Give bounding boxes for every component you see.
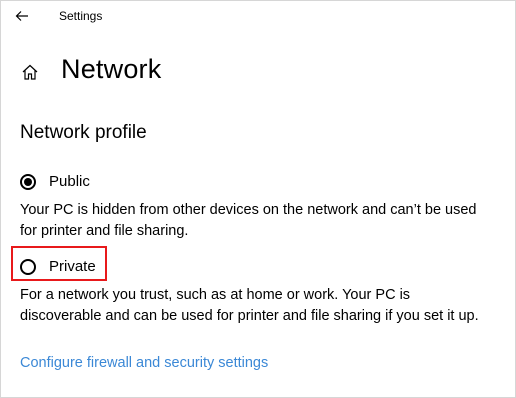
network-profile-heading: Network profile — [20, 122, 147, 143]
back-arrow-icon — [15, 11, 28, 21]
public-radio-label[interactable]: Public — [49, 173, 90, 190]
private-radio-button[interactable] — [20, 258, 36, 275]
private-radio-label[interactable]: Private — [49, 258, 96, 275]
window-title: Settings — [59, 9, 103, 23]
back-button[interactable] — [9, 5, 35, 27]
home-icon — [22, 64, 38, 80]
public-radio-option[interactable]: Public — [20, 173, 90, 190]
configure-firewall-link[interactable]: Configure firewall and security settings — [20, 355, 268, 371]
page-title: Network — [61, 54, 162, 84]
settings-window: Settings Network Network profile Public … — [0, 0, 516, 398]
public-description: Your PC is hidden from other devices on … — [20, 202, 477, 239]
public-radio-button[interactable] — [20, 173, 36, 190]
title-bar: Settings — [1, 1, 515, 31]
private-description: For a network you trust, such as at home… — [20, 287, 479, 324]
home-button[interactable] — [19, 61, 41, 83]
private-radio-option[interactable]: Private — [20, 258, 96, 275]
radio-selected-dot — [24, 177, 32, 186]
